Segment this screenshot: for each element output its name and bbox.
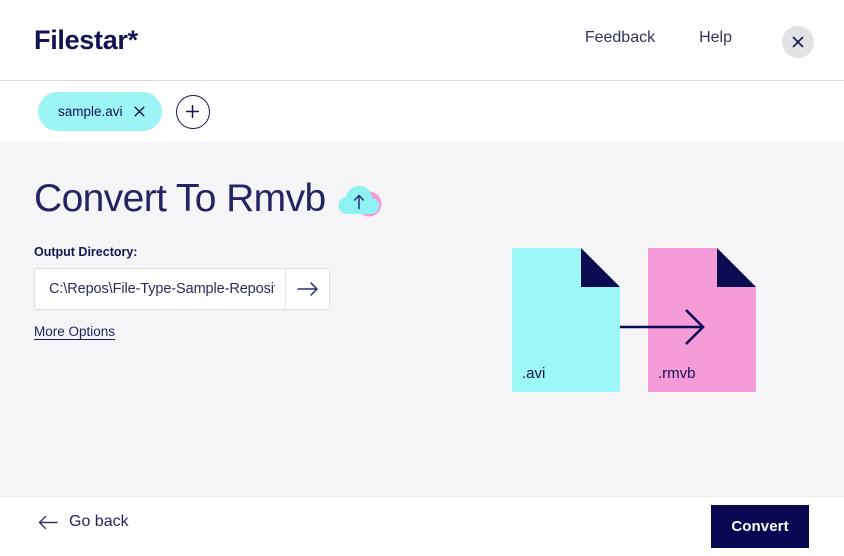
file-tab-strip: sample.avi [0, 81, 844, 142]
window-close-button[interactable] [782, 26, 814, 58]
conversion-illustration: .avi .rmvb [512, 248, 758, 392]
output-directory-go-button[interactable] [285, 268, 329, 309]
output-directory-label: Output Directory: [34, 245, 138, 259]
go-back-button[interactable]: Go back [38, 514, 129, 530]
more-options-link[interactable]: More Options [34, 324, 115, 339]
arrow-left-icon [38, 515, 58, 529]
source-file-graphic: .avi [512, 248, 620, 392]
output-directory-section: Output Directory: More Options [34, 246, 330, 341]
header-nav: Feedback Help [585, 30, 732, 46]
app-footer: Go back Convert [0, 496, 844, 556]
convert-button[interactable]: Convert [711, 505, 809, 548]
plus-icon [185, 104, 200, 119]
app-window: Filestar* Feedback Help sample.avi Conve… [0, 0, 844, 556]
output-directory-row [34, 267, 330, 310]
target-file-extension: .rmvb [658, 365, 696, 382]
close-icon [792, 36, 804, 48]
go-back-label: Go back [69, 513, 129, 530]
output-directory-input[interactable] [35, 268, 285, 309]
page-title: Convert To Rmvb [34, 176, 326, 220]
page-title-row: Convert To Rmvb [34, 178, 386, 218]
nav-link-feedback[interactable]: Feedback [585, 30, 655, 46]
close-icon [134, 106, 145, 117]
file-chip-remove-button[interactable] [134, 106, 145, 117]
source-file-extension: .avi [522, 365, 545, 382]
app-header: Filestar* Feedback Help [0, 0, 844, 81]
file-chip-sample-avi[interactable]: sample.avi [38, 92, 162, 131]
app-logo[interactable]: Filestar* [34, 27, 138, 54]
add-file-button[interactable] [175, 94, 210, 129]
target-file-graphic: .rmvb [648, 248, 756, 392]
cloud-upload-icon [338, 184, 386, 218]
nav-link-help[interactable]: Help [699, 30, 732, 46]
arrow-right-icon [296, 281, 318, 296]
file-chip-label: sample.avi [58, 103, 123, 119]
main-content: Convert To Rmvb Output Directory: C:\Rep… [0, 142, 844, 496]
